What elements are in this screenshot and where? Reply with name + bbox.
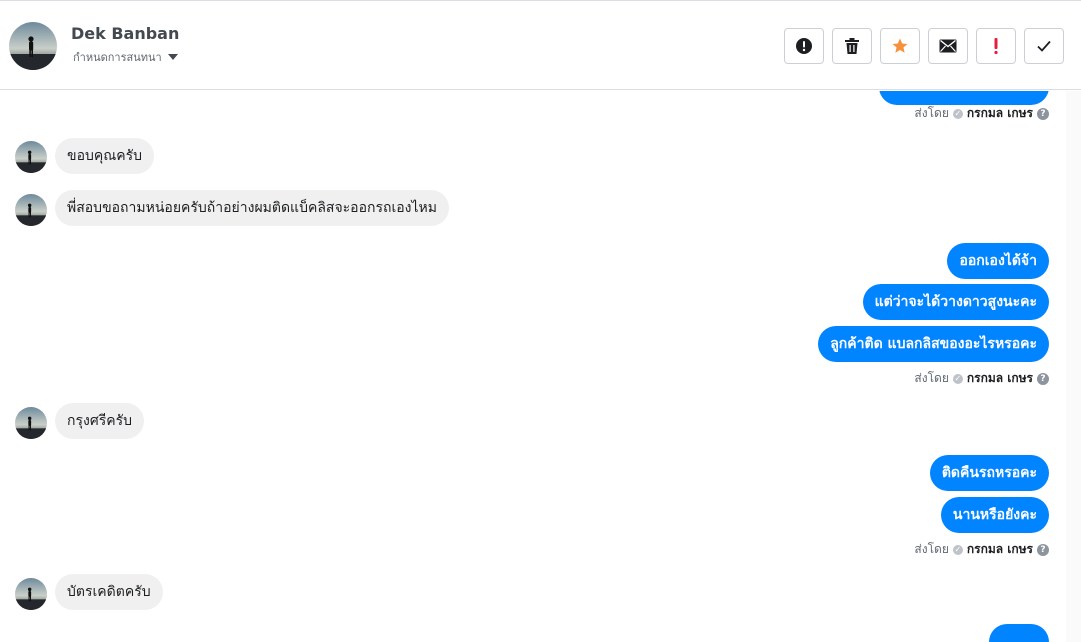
- verified-icon: ✓: [952, 373, 963, 384]
- envelope-icon: [939, 39, 957, 53]
- sent-by-prefix: ส่งโดย: [914, 371, 949, 385]
- caret-down-icon: [167, 54, 178, 60]
- done-button[interactable]: [1024, 28, 1064, 64]
- alert-button[interactable]: [784, 28, 824, 64]
- conversation-menu-label: กำหนดการสนทนา: [73, 51, 162, 64]
- outgoing-message-partial: [879, 91, 1049, 105]
- outgoing-message: ติดคืนรถหรอคะ: [929, 455, 1049, 491]
- checkmark-icon: [1037, 40, 1051, 52]
- sent-by-name: กรกมล เกษร: [966, 106, 1033, 120]
- incoming-message: บัตรเคดิตครับ: [55, 574, 163, 610]
- outgoing-message: ออกเองได้จ้า: [947, 243, 1049, 279]
- sent-by-label: ส่งโดย ✓ กรกมล เกษร ?: [914, 369, 1049, 388]
- help-icon[interactable]: ?: [1037, 372, 1049, 385]
- verified-icon: ✓: [952, 544, 963, 555]
- outgoing-message: นานหรือยังคะ: [940, 497, 1049, 533]
- sent-by-name: กรกมล เกษร: [966, 371, 1033, 385]
- sent-by-label: ส่งโดย ✓ กรกมล เกษร ?: [914, 540, 1049, 559]
- sent-by-name: กรกมล เกษร: [966, 542, 1033, 556]
- conversation-menu[interactable]: กำหนดการสนทนา: [73, 48, 178, 66]
- sender-avatar[interactable]: [15, 194, 47, 226]
- incoming-message: กรุงศรีครับ: [55, 403, 145, 439]
- sent-by-label: ส่งโดย ✓ กรกมล เกษร ?: [914, 104, 1049, 123]
- sender-avatar[interactable]: [15, 407, 47, 439]
- trash-icon: [845, 38, 859, 54]
- contact-avatar[interactable]: [9, 22, 57, 70]
- incoming-message: พี่สอบขอถามหน่อยครับถ้าอย่างผมติดแบ็คลิส…: [55, 190, 449, 226]
- conversation-header: Dek Banban กำหนดการสนทนา: [0, 0, 1081, 90]
- star-button[interactable]: [880, 28, 920, 64]
- help-icon[interactable]: ?: [1037, 543, 1049, 556]
- important-button[interactable]: [976, 28, 1016, 64]
- star-icon: [892, 38, 908, 53]
- conversation-toolbar: [784, 28, 1064, 64]
- delete-button[interactable]: [832, 28, 872, 64]
- help-icon[interactable]: ?: [1037, 107, 1049, 120]
- sent-by-prefix: ส่งโดย: [914, 542, 949, 556]
- exclamation-icon: [994, 38, 998, 55]
- sender-avatar[interactable]: [15, 141, 47, 173]
- incoming-message: ขอบคุณครับ: [55, 138, 154, 174]
- message-thread[interactable]: ส่งโดย ✓ กรกมล เกษร ? ขอบคุณครับ พี่สอบข…: [0, 91, 1066, 642]
- outgoing-message: แต่ว่าจะได้วางดาวสูงนะคะ: [862, 284, 1049, 320]
- thread-scrollbar[interactable]: [1066, 91, 1081, 642]
- outgoing-message-partial: [989, 624, 1049, 642]
- verified-icon: ✓: [952, 108, 963, 119]
- sender-avatar[interactable]: [15, 578, 47, 610]
- contact-name: Dek Banban: [71, 24, 180, 43]
- mail-button[interactable]: [928, 28, 968, 64]
- exclamation-circle-icon: [796, 38, 812, 54]
- sent-by-prefix: ส่งโดย: [914, 106, 949, 120]
- outgoing-message: ลูกค้าติด แบลกลิสของอะไรหรอคะ: [818, 326, 1049, 362]
